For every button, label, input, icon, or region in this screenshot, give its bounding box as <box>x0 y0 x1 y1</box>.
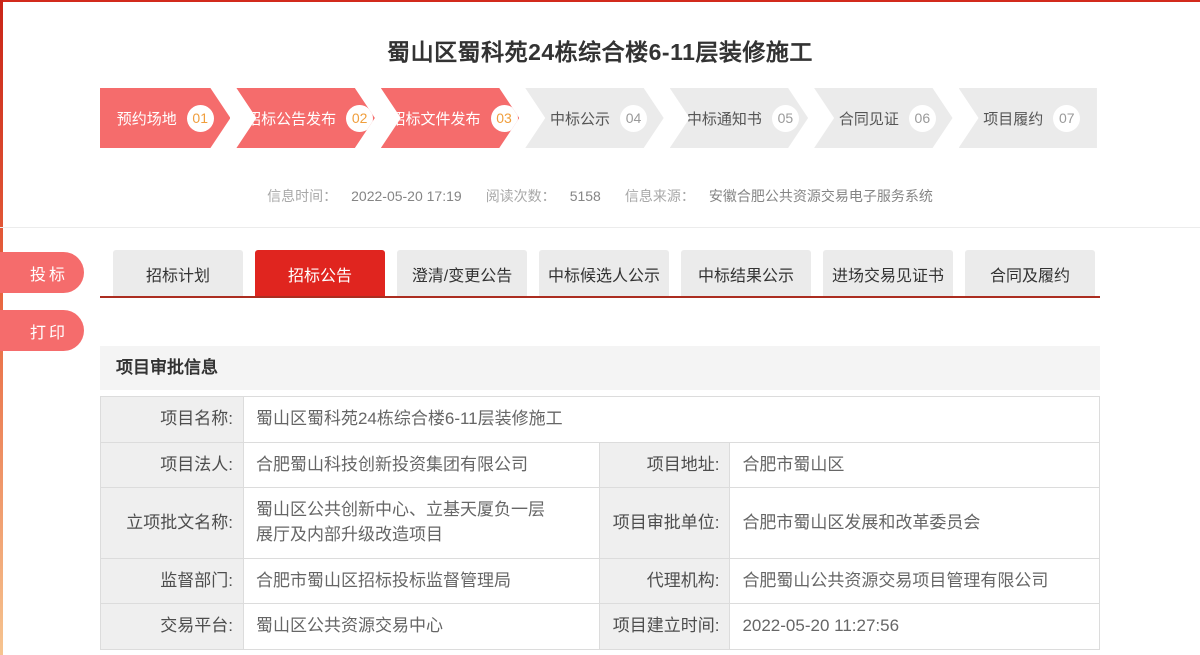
table-row: 项目法人:合肥蜀山科技创新投资集团有限公司项目地址:合肥市蜀山区 <box>101 442 1100 488</box>
field-value: 合肥市蜀山区 <box>730 442 1100 488</box>
meta-label: 阅读次数： <box>486 188 556 204</box>
progress-step-label: 招标文件发布 <box>391 108 481 129</box>
field-value: 合肥蜀山公共资源交易项目管理有限公司 <box>730 558 1100 604</box>
progress-step-number: 02 <box>346 105 373 132</box>
meta-label: 信息来源： <box>625 188 695 204</box>
field-value: 2022-05-20 11:27:56 <box>730 604 1100 650</box>
tabs-underline <box>100 296 1100 298</box>
print-button[interactable]: 打印 <box>0 310 84 351</box>
meta-value: 5158 <box>570 188 601 204</box>
progress-step-number: 03 <box>491 105 518 132</box>
meta-item: 信息时间： 2022-05-20 17:19 <box>267 186 462 206</box>
tab-active[interactable]: 招标公告 <box>255 250 385 297</box>
field-label: 项目审批单位: <box>600 488 730 558</box>
tab-0[interactable]: 招标计划 <box>113 250 243 297</box>
tab-3[interactable]: 中标候选人公示 <box>539 250 669 297</box>
progress-step-label: 中标公示 <box>550 108 610 129</box>
progress-step-label: 项目履约 <box>983 108 1043 129</box>
progress-step: 合同见证 06 <box>814 88 952 148</box>
header-divider <box>0 227 1200 228</box>
field-label: 监督部门: <box>101 558 244 604</box>
field-label: 项目建立时间: <box>600 604 730 650</box>
field-label: 立项批文名称: <box>101 488 244 558</box>
page-title: 蜀山区蜀科苑24栋综合楼6-11层装修施工 <box>0 33 1200 67</box>
table-row: 监督部门:合肥市蜀山区招标投标监督管理局代理机构:合肥蜀山公共资源交易项目管理有… <box>101 558 1100 604</box>
tab-2[interactable]: 澄清/变更公告 <box>397 250 527 297</box>
progress-step-number: 06 <box>909 105 936 132</box>
progress-step: 招标文件发布 03 <box>381 88 519 148</box>
meta-item: 信息来源： 安徽合肥公共资源交易电子服务系统 <box>625 186 933 206</box>
progress-step-label: 招标公告发布 <box>246 108 336 129</box>
field-label: 交易平台: <box>101 604 244 650</box>
approval-section: 项目审批信息 项目名称:蜀山区蜀科苑24栋综合楼6-11层装修施工项目法人:合肥… <box>100 346 1100 650</box>
field-label: 项目地址: <box>600 442 730 488</box>
table-row: 项目名称:蜀山区蜀科苑24栋综合楼6-11层装修施工 <box>101 397 1100 443</box>
progress-step: 中标公示 04 <box>525 88 663 148</box>
table-row: 交易平台:蜀山区公共资源交易中心项目建立时间:2022-05-20 11:27:… <box>101 604 1100 650</box>
approval-table-body: 项目名称:蜀山区蜀科苑24栋综合楼6-11层装修施工项目法人:合肥蜀山科技创新投… <box>101 397 1100 650</box>
table-row: 立项批文名称:蜀山区公共创新中心、立基天厦负一层展厅及内部升级改造项目项目审批单… <box>101 488 1100 558</box>
meta-label: 信息时间： <box>267 188 337 204</box>
progress-step: 预约场地 01 <box>100 88 230 148</box>
field-value: 蜀山区公共资源交易中心 <box>243 604 600 650</box>
field-value: 合肥市蜀山区发展和改革委员会 <box>730 488 1100 558</box>
progress-step: 项目履约 07 <box>959 88 1097 148</box>
field-value: 合肥蜀山科技创新投资集团有限公司 <box>243 442 600 488</box>
approval-table: 项目名称:蜀山区蜀科苑24栋综合楼6-11层装修施工项目法人:合肥蜀山科技创新投… <box>100 396 1100 650</box>
progress-step-label: 预约场地 <box>117 108 177 129</box>
progress-step: 招标公告发布 02 <box>236 88 374 148</box>
info-meta-line: 信息时间： 2022-05-20 17:19 阅读次数： 5158 信息来源： 安徽合肥公… <box>0 186 1200 206</box>
field-label: 项目名称: <box>101 397 244 443</box>
tab-5[interactable]: 进场交易见证书 <box>823 250 953 297</box>
progress-step-number: 04 <box>620 105 647 132</box>
tab-4[interactable]: 中标结果公示 <box>681 250 811 297</box>
progress-step-label: 中标通知书 <box>687 108 762 129</box>
progress-step: 中标通知书 05 <box>670 88 808 148</box>
top-edge-line <box>0 0 1200 2</box>
bid-button[interactable]: 投标 <box>0 252 84 293</box>
progress-step-number: 07 <box>1053 105 1080 132</box>
meta-item: 阅读次数： 5158 <box>486 186 601 206</box>
meta-value: 2022-05-20 17:19 <box>351 188 462 204</box>
tab-6[interactable]: 合同及履约 <box>965 250 1095 297</box>
field-value: 蜀山区公共创新中心、立基天厦负一层展厅及内部升级改造项目 <box>243 488 600 558</box>
progress-steps-bar: 预约场地 01 招标公告发布 02 招标文件发布 03 中标公示 04 中标通知书 05 合同见证 0… <box>100 88 1097 148</box>
section-title: 项目审批信息 <box>100 346 1100 390</box>
tabs-row: 招标计划招标公告澄清/变更公告中标候选人公示中标结果公示进场交易见证书合同及履约 <box>113 250 1107 297</box>
field-label: 项目法人: <box>101 442 244 488</box>
progress-step-number: 05 <box>772 105 799 132</box>
progress-step-number: 01 <box>187 105 214 132</box>
field-label: 代理机构: <box>600 558 730 604</box>
meta-value: 安徽合肥公共资源交易电子服务系统 <box>709 188 933 204</box>
progress-step-label: 合同见证 <box>839 108 899 129</box>
field-value: 蜀山区蜀科苑24栋综合楼6-11层装修施工 <box>243 397 1099 443</box>
field-value: 合肥市蜀山区招标投标监督管理局 <box>243 558 600 604</box>
